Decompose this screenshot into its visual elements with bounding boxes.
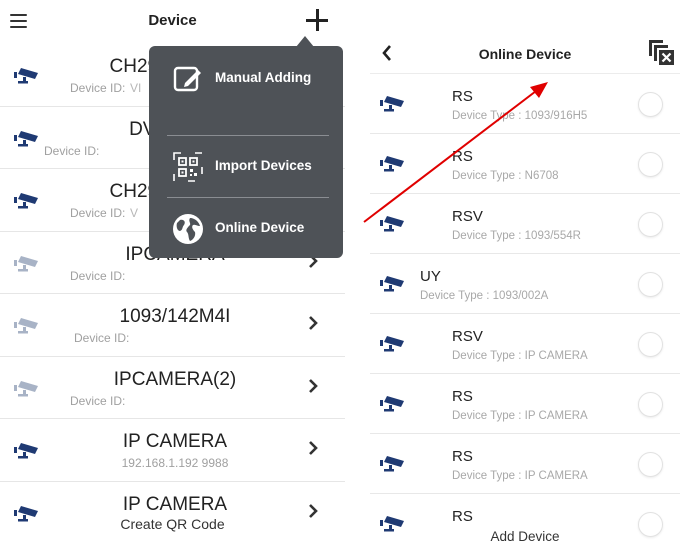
- camera-icon: [380, 276, 404, 292]
- qr-code-icon: [173, 152, 203, 182]
- online-device-row[interactable]: RSV Device Type : IP CAMERA: [370, 314, 680, 374]
- add-device-popup-menu: Manual Adding Import Devices Online Devi…: [149, 36, 343, 258]
- online-device-row[interactable]: UY Device Type : 1093/002A: [370, 254, 680, 314]
- select-radio[interactable]: [638, 212, 663, 237]
- online-device-list: RS Device Type : 1093/916H5 RS Device Ty…: [370, 74, 680, 543]
- camera-icon: [380, 216, 404, 232]
- device-id-label: Device ID:: [70, 393, 126, 408]
- online-device-menu-item[interactable]: Online Device: [149, 204, 343, 254]
- device-id-label: Device ID:: [70, 81, 126, 95]
- device-id-label: Device ID:: [74, 331, 130, 345]
- device-row[interactable]: IPCAMERA(2) Device ID:: [0, 357, 345, 419]
- online-device-row[interactable]: RS Device Type : 1093/916H5: [370, 74, 680, 134]
- camera-icon: [14, 130, 38, 146]
- edit-icon: [173, 66, 201, 92]
- plus-icon[interactable]: [306, 9, 328, 31]
- device-type: Device Type : IP CAMERA: [452, 350, 588, 362]
- select-radio[interactable]: [638, 392, 663, 417]
- device-type: Device Type : 1093/554R: [452, 230, 581, 242]
- camera-icon: [14, 380, 38, 396]
- chevron-right-icon: [309, 316, 318, 330]
- device-name: 1093/142M4I: [119, 306, 231, 327]
- device-name: UY: [420, 268, 441, 285]
- device-name: IP CAMERA: [122, 493, 228, 515]
- device-id-label: Device ID:: [44, 143, 100, 158]
- import-devices-menu-item[interactable]: Import Devices: [149, 142, 343, 192]
- camera-icon: [380, 396, 404, 412]
- device-name: RS: [452, 88, 473, 105]
- select-radio[interactable]: [638, 332, 663, 357]
- menu-item-label: Import Devices: [215, 158, 312, 173]
- device-id-label: Device ID:: [70, 268, 126, 283]
- camera-icon: [380, 156, 404, 172]
- camera-icon: [380, 336, 404, 352]
- device-row[interactable]: IP CAMERA 192.168.1.192 9988: [0, 419, 345, 482]
- menu-divider: [167, 135, 329, 136]
- camera-icon: [14, 443, 38, 459]
- device-type: Device Type : IP CAMERA: [452, 470, 588, 482]
- online-device-header: Online Device: [370, 34, 680, 74]
- device-row[interactable]: IP CAMERA: [0, 482, 345, 543]
- online-device-row[interactable]: RSV Device Type : 1093/554R: [370, 194, 680, 254]
- device-type: Device Type : N6708: [452, 170, 559, 182]
- device-address: 192.168.1.192 9988: [121, 456, 229, 470]
- device-name: RS: [452, 508, 473, 525]
- online-device-screen: Online Device RS Device Type : 1093/916H…: [370, 34, 680, 543]
- device-row[interactable]: 1093/142M4I Device ID:: [0, 294, 345, 357]
- menu-divider: [167, 197, 329, 198]
- online-device-row[interactable]: RS Device Type : IP CAMERA: [370, 434, 680, 494]
- select-radio[interactable]: [638, 272, 663, 297]
- chevron-right-icon: [309, 378, 318, 393]
- device-name: RS: [452, 388, 473, 405]
- device-list-screen: Device CH292H3_16M Device ID: VI: [0, 0, 345, 543]
- add-device-button[interactable]: Add Device: [370, 529, 680, 543]
- device-name: RSV: [452, 328, 483, 345]
- camera-icon: [14, 318, 38, 334]
- close-copy-icon[interactable]: [646, 37, 676, 67]
- camera-icon: [14, 68, 38, 84]
- page-title: Online Device: [478, 46, 572, 62]
- globe-icon: [173, 214, 203, 244]
- page-title: Device: [148, 12, 197, 29]
- camera-icon: [14, 193, 38, 209]
- device-name: RS: [452, 448, 473, 465]
- select-radio[interactable]: [638, 452, 663, 477]
- device-id-value: VI: [130, 81, 142, 95]
- device-type: Device Type : IP CAMERA: [452, 410, 588, 422]
- device-id-label: Device ID:: [70, 206, 126, 220]
- select-radio[interactable]: [638, 152, 663, 177]
- camera-icon: [380, 456, 404, 472]
- menu-item-label: Manual Adding: [215, 70, 312, 85]
- menu-item-label: Online Device: [215, 220, 305, 235]
- camera-icon: [14, 255, 38, 271]
- device-type: Device Type : 1093/916H5: [452, 110, 588, 122]
- online-device-row[interactable]: RS Device Type : N6708: [370, 134, 680, 194]
- device-name: IPCAMERA(2): [113, 368, 237, 390]
- online-device-row[interactable]: RS Device Type : IP CAMERA: [370, 374, 680, 434]
- manual-adding-menu-item[interactable]: Manual Adding: [149, 54, 343, 104]
- device-type: Device Type : 1093/002A: [420, 290, 549, 302]
- device-id-value: V: [130, 206, 139, 220]
- screenshot-stage: Device CH292H3_16M Device ID: VI: [0, 0, 680, 543]
- chevron-right-icon: [309, 441, 318, 455]
- select-radio[interactable]: [638, 92, 663, 117]
- device-name: IP CAMERA: [122, 431, 228, 452]
- create-qr-code-button[interactable]: Create QR Code: [0, 516, 345, 532]
- device-name: RSV: [452, 208, 483, 225]
- device-name: RS: [452, 148, 473, 165]
- camera-icon: [380, 96, 404, 112]
